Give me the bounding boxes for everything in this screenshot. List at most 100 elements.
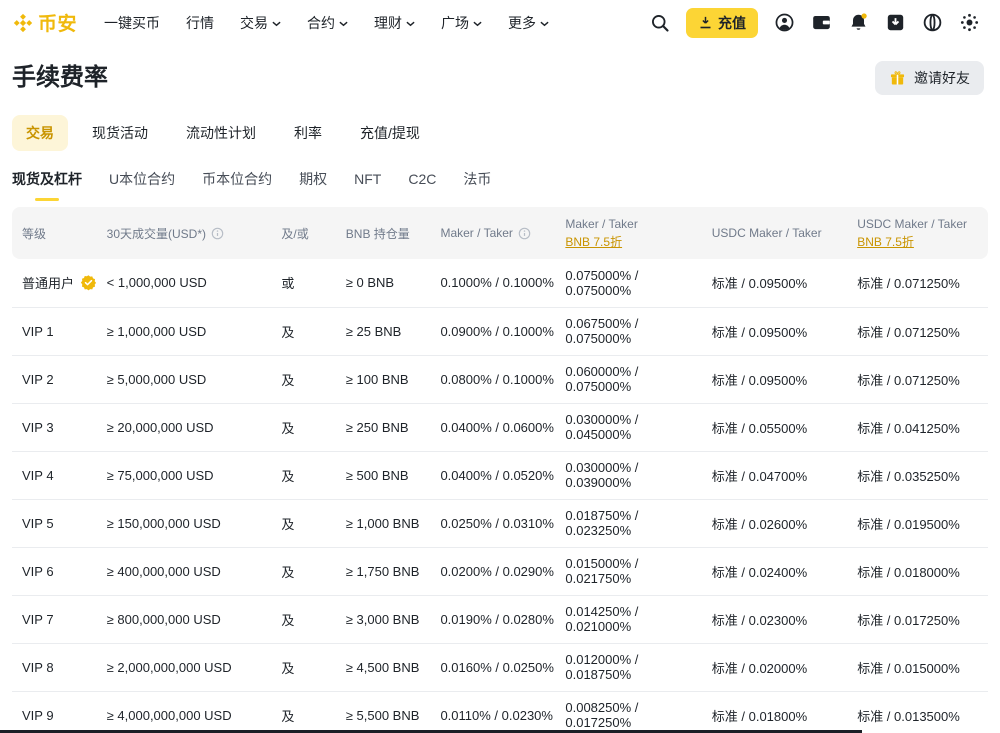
maker-taker-cell: 0.0900% / 0.1000%	[440, 307, 565, 355]
bnb-balance-cell: ≥ 100 BNB	[346, 355, 441, 403]
subtab-fiat[interactable]: 法币	[463, 169, 491, 201]
and-or-cell: 及	[281, 691, 345, 733]
subtab-nft[interactable]: NFT	[354, 171, 381, 199]
volume-cell: < 1,000,000 USD	[107, 259, 282, 307]
level-label: VIP 4	[22, 468, 54, 483]
tab-deposit-withdraw[interactable]: 充值/提现	[346, 115, 434, 151]
table-row: VIP 2 ≥ 5,000,000 USD 及 ≥ 100 BNB 0.0800…	[12, 355, 988, 403]
header-level: 等级	[12, 207, 107, 259]
bell-icon	[848, 12, 869, 33]
maker-taker-cell: 0.0110% / 0.0230%	[440, 691, 565, 733]
search-button[interactable]	[645, 8, 675, 38]
bnb-balance-cell: ≥ 5,500 BNB	[346, 691, 441, 733]
volume-cell: ≥ 4,000,000,000 USD	[107, 691, 282, 733]
nav-item-markets[interactable]: 行情	[173, 0, 227, 45]
profile-button[interactable]	[769, 8, 799, 38]
tab-spot-activities[interactable]: 现货活动	[78, 115, 162, 151]
volume-cell: ≥ 5,000,000 USD	[107, 355, 282, 403]
volume-cell: ≥ 400,000,000 USD	[107, 547, 282, 595]
chevron-down-icon	[272, 21, 281, 27]
brand-name: 币安	[38, 9, 77, 36]
binance-logo-icon	[12, 12, 34, 34]
and-or-cell: 及	[281, 307, 345, 355]
tab-interest-rate[interactable]: 利率	[280, 115, 336, 151]
maker-taker-cell: 0.0800% / 0.1000%	[440, 355, 565, 403]
table-row: VIP 5 ≥ 150,000,000 USD 及 ≥ 1,000 BNB 0.…	[12, 499, 988, 547]
table-header-row: 等级 30天成交量(USD*) 及/或 BNB 持仓量 Maker / Take…	[12, 207, 988, 259]
app-download-icon	[885, 12, 906, 33]
deposit-label: 充值	[718, 13, 746, 33]
invite-friends-button[interactable]: 邀请好友	[875, 61, 984, 95]
level-cell: VIP 7	[12, 595, 107, 643]
primary-tabs: 交易 现货活动 流动性计划 利率 充值/提现	[0, 115, 1000, 151]
usdc-maker-taker-bnb-cell: 标准 / 0.019500%	[857, 499, 988, 547]
binance-logo[interactable]: 币安	[12, 9, 77, 36]
usdc-maker-taker-bnb-cell: 标准 / 0.015000%	[857, 643, 988, 691]
level-cell: VIP 4	[12, 451, 107, 499]
table-row: VIP 1 ≥ 1,000,000 USD 及 ≥ 25 BNB 0.0900%…	[12, 307, 988, 355]
bnb-balance-cell: ≥ 250 BNB	[346, 403, 441, 451]
usdc-maker-taker-bnb-cell: 标准 / 0.071250%	[857, 307, 988, 355]
header-maker-taker: Maker / Taker	[440, 207, 565, 259]
bnb-balance-cell: ≥ 4,500 BNB	[346, 643, 441, 691]
nav-item-square[interactable]: 广场	[428, 0, 495, 45]
nav-item-buy-crypto[interactable]: 一键买币	[91, 0, 173, 45]
theme-sun-icon	[959, 12, 980, 33]
table-row: 普通用户 < 1,000,000 USD 或 ≥ 0 BNB 0.1000% /…	[12, 259, 988, 307]
maker-taker-cell: 0.0190% / 0.0280%	[440, 595, 565, 643]
globe-icon	[922, 12, 943, 33]
nav-item-earn[interactable]: 理财	[361, 0, 428, 45]
level-cell: VIP 2	[12, 355, 107, 403]
chevron-down-icon	[473, 21, 482, 27]
header-and-or: 及/或	[281, 207, 345, 259]
maker-taker-cell: 0.1000% / 0.1000%	[440, 259, 565, 307]
notifications-button[interactable]	[843, 8, 873, 38]
and-or-cell: 及	[281, 403, 345, 451]
table-row: VIP 6 ≥ 400,000,000 USD 及 ≥ 1,750 BNB 0.…	[12, 547, 988, 595]
header-bnb-balance: BNB 持仓量	[346, 207, 441, 259]
usdc-maker-taker-cell: 标准 / 0.09500%	[712, 355, 857, 403]
level-label: VIP 1	[22, 324, 54, 339]
subtab-coinm-futures[interactable]: 币本位合约	[202, 169, 272, 201]
subtab-spot-margin[interactable]: 现货及杠杆	[12, 169, 82, 201]
subtab-options[interactable]: 期权	[299, 169, 327, 201]
nav-item-more[interactable]: 更多	[495, 0, 562, 45]
deposit-button[interactable]: 充值	[686, 8, 758, 38]
tab-trading[interactable]: 交易	[12, 115, 68, 151]
usdc-maker-taker-bnb-cell: 标准 / 0.035250%	[857, 451, 988, 499]
subtab-c2c[interactable]: C2C	[408, 171, 436, 199]
volume-cell: ≥ 75,000,000 USD	[107, 451, 282, 499]
level-cell: VIP 3	[12, 403, 107, 451]
maker-taker-cell: 0.0160% / 0.0250%	[440, 643, 565, 691]
usdc-maker-taker-cell: 标准 / 0.09500%	[712, 307, 857, 355]
bnb-balance-cell: ≥ 1,000 BNB	[346, 499, 441, 547]
language-button[interactable]	[917, 8, 947, 38]
level-label: VIP 7	[22, 612, 54, 627]
nav-item-trade[interactable]: 交易	[227, 0, 294, 45]
subtab-usdm-futures[interactable]: U本位合约	[109, 169, 175, 201]
and-or-cell: 或	[281, 259, 345, 307]
download-app-button[interactable]	[880, 8, 910, 38]
volume-cell: ≥ 2,000,000,000 USD	[107, 643, 282, 691]
header-maker-taker-bnb: Maker / Taker BNB 7.5折	[565, 207, 711, 259]
level-cell: VIP 5	[12, 499, 107, 547]
bnb-discount-link[interactable]: BNB 7.5折	[565, 235, 622, 250]
deposit-icon	[698, 15, 713, 30]
gift-icon	[889, 70, 906, 87]
invite-friends-label: 邀请好友	[914, 68, 970, 88]
bnb-balance-cell: ≥ 500 BNB	[346, 451, 441, 499]
info-icon[interactable]	[211, 227, 224, 240]
nav-item-futures[interactable]: 合约	[294, 0, 361, 45]
bnb-discount-link[interactable]: BNB 7.5折	[857, 235, 914, 250]
chevron-down-icon	[540, 21, 549, 27]
wallet-button[interactable]	[806, 8, 836, 38]
table-row: VIP 4 ≥ 75,000,000 USD 及 ≥ 500 BNB 0.040…	[12, 451, 988, 499]
usdc-maker-taker-bnb-cell: 标准 / 0.018000%	[857, 547, 988, 595]
info-icon[interactable]	[518, 227, 531, 240]
header-volume: 30天成交量(USD*)	[107, 207, 282, 259]
maker-taker-bnb-cell: 0.014250% / 0.021000%	[565, 595, 711, 643]
main-nav: 一键买币 行情 交易 合约 理财 广场 更多	[91, 0, 562, 45]
usdc-maker-taker-cell: 标准 / 0.02300%	[712, 595, 857, 643]
theme-button[interactable]	[954, 8, 984, 38]
tab-liquidity-program[interactable]: 流动性计划	[172, 115, 270, 151]
